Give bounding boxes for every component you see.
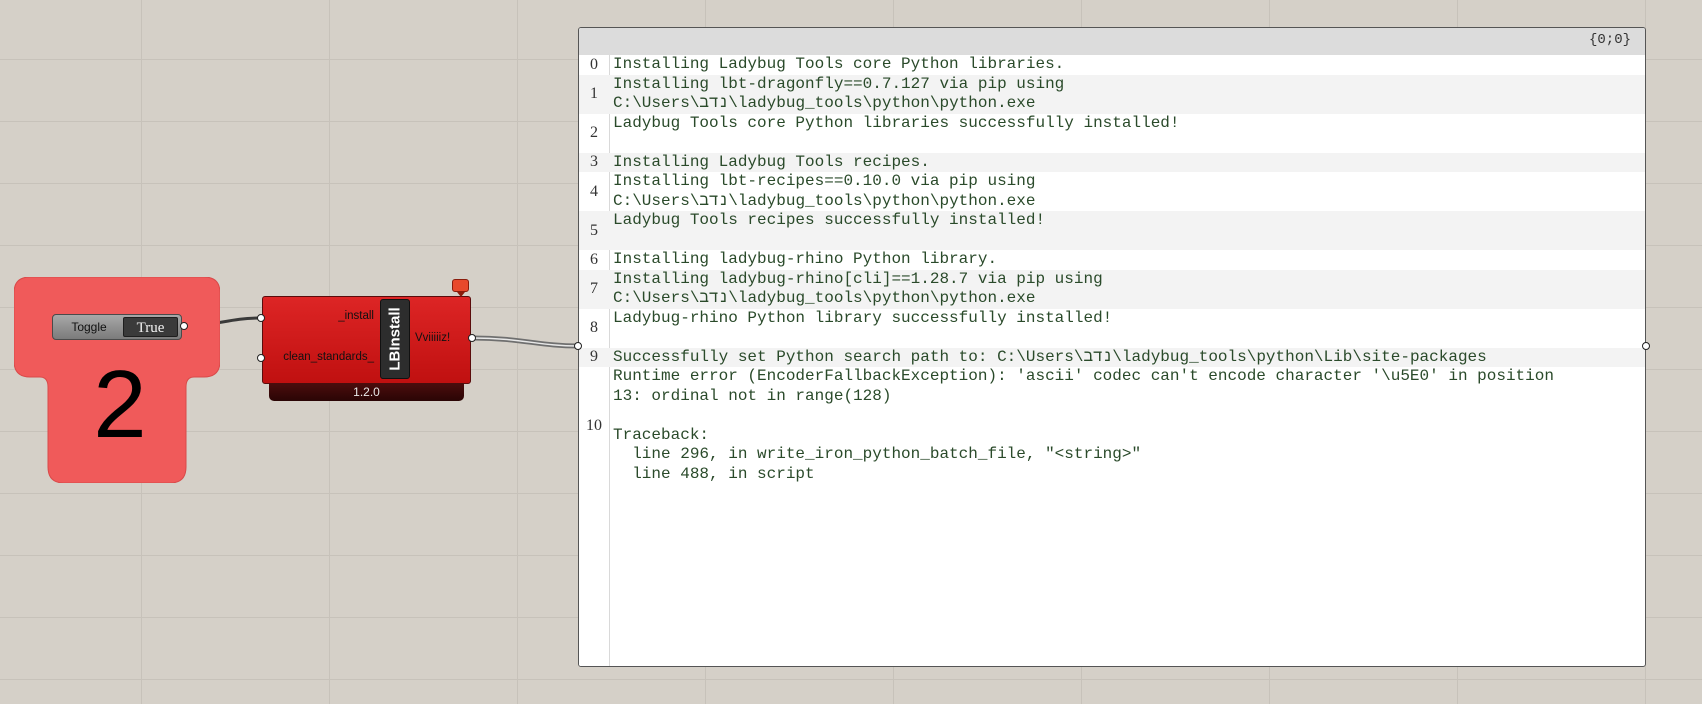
- panel-input-grip[interactable]: [574, 342, 582, 350]
- panel-row: 9 Successfully set Python search path to:…: [579, 347, 1645, 367]
- grasshopper-canvas[interactable]: 2 Toggle True _install clean_standards_ …: [0, 0, 1702, 704]
- output-label[interactable]: Vviiiiiz!: [415, 332, 450, 344]
- row-text: Traceback:: [613, 425, 710, 444]
- toggle-output-grip[interactable]: [180, 322, 188, 330]
- row-index: 7: [590, 280, 598, 297]
- panel-row: 3 Installing Ladybug Tools recipes.: [579, 152, 1645, 172]
- input-clean-standards-grip[interactable]: [257, 354, 265, 362]
- row-text: [613, 328, 1645, 348]
- panel-row: 5 Ladybug Tools recipes successfully inst…: [579, 211, 1645, 250]
- row-text: Installing ladybug-rhino Python library.: [613, 250, 998, 268]
- row-text: Successfully set Python search path to: …: [613, 347, 1487, 366]
- wire-output-to-panel[interactable]: [472, 335, 579, 349]
- panel-rows: 0 Installing Ladybug Tools core Python li…: [579, 55, 1645, 484]
- panel-row: 10 Runtime error (EncoderFallbackExceptio…: [579, 367, 1645, 484]
- row-text: C:\Users\נדב\ladybug_tools\python\python…: [613, 191, 1036, 210]
- row-index: 10: [586, 416, 602, 434]
- row-text: Ladybug Tools core Python libraries succ…: [613, 113, 1180, 132]
- row-text: Installing Ladybug Tools core Python lib…: [613, 55, 1065, 73]
- row-text: Ladybug-rhino Python library successfull…: [613, 308, 1113, 327]
- row-index: 6: [590, 250, 598, 268]
- component-name-tag[interactable]: LBInstall: [380, 299, 410, 379]
- input-clean-standards[interactable]: clean_standards_: [283, 351, 374, 363]
- boolean-toggle[interactable]: Toggle True: [52, 314, 182, 340]
- row-index: 8: [590, 319, 598, 336]
- row-text: line 296, in write_iron_python_batch_fil…: [613, 445, 1142, 463]
- row-text: [613, 133, 1645, 153]
- panel-row: 2 Ladybug Tools core Python libraries suc…: [579, 114, 1645, 153]
- row-text: Runtime error (EncoderFallbackException)…: [613, 367, 1554, 385]
- panel-row: 4 Installing lbt-recipes==0.10.0 via pip …: [579, 172, 1645, 211]
- row-text: [613, 231, 1645, 251]
- row-index: 5: [590, 221, 598, 239]
- component-version: 1.2.0: [269, 383, 464, 401]
- toggle-value[interactable]: True: [123, 317, 178, 337]
- panel-row: 1 Installing lbt-dragonfly==0.7.127 via p…: [579, 74, 1645, 114]
- row-text: Installing ladybug-rhino[cli]==1.28.7 vi…: [613, 269, 1103, 288]
- row-index: 3: [590, 153, 598, 171]
- output-grip[interactable]: [468, 334, 476, 342]
- row-index: 4: [590, 182, 598, 200]
- row-index: 0: [590, 55, 598, 73]
- input-install[interactable]: _install: [338, 310, 374, 322]
- row-text: Installing lbt-recipes==0.10.0 via pip u…: [613, 172, 1036, 190]
- row-index: 1: [590, 85, 598, 102]
- row-text: C:\Users\נדב\ladybug_tools\python\python…: [613, 289, 1036, 307]
- panel-path: {0;0}: [1588, 32, 1631, 48]
- panel-row: 8 Ladybug-rhino Python library successful…: [579, 309, 1645, 348]
- component-name: LBInstall: [386, 307, 404, 371]
- output-panel[interactable]: {0;0} 0 Installing Ladybug Tools core Pyt…: [578, 27, 1646, 667]
- row-text: 13: ordinal not in range(128): [613, 386, 892, 405]
- panel-output-grip[interactable]: [1642, 342, 1650, 350]
- panel-row: 0 Installing Ladybug Tools core Python li…: [579, 55, 1645, 75]
- row-text: line 488, in script: [613, 464, 815, 483]
- row-index: 2: [590, 124, 598, 141]
- panel-row: 7 Installing ladybug-rhino[cli]==1.28.7 v…: [579, 269, 1645, 309]
- row-text: [613, 406, 1645, 426]
- row-text: Installing Ladybug Tools recipes.: [613, 152, 930, 171]
- row-index: 9: [590, 348, 598, 366]
- row-text: Installing lbt-dragonfly==0.7.127 via pi…: [613, 74, 1065, 93]
- row-text: Ladybug Tools recipes successfully insta…: [613, 211, 1046, 229]
- group-number: 2: [93, 351, 147, 458]
- input-install-grip[interactable]: [257, 314, 265, 322]
- panel-row: 6 Installing ladybug-rhino Python library…: [579, 250, 1645, 270]
- toggle-label: Toggle: [71, 320, 107, 334]
- row-text: C:\Users\נדב\ladybug_tools\python\python…: [613, 94, 1036, 112]
- message-bubble-icon[interactable]: [452, 279, 469, 297]
- panel-header[interactable]: {0;0}: [579, 28, 1645, 55]
